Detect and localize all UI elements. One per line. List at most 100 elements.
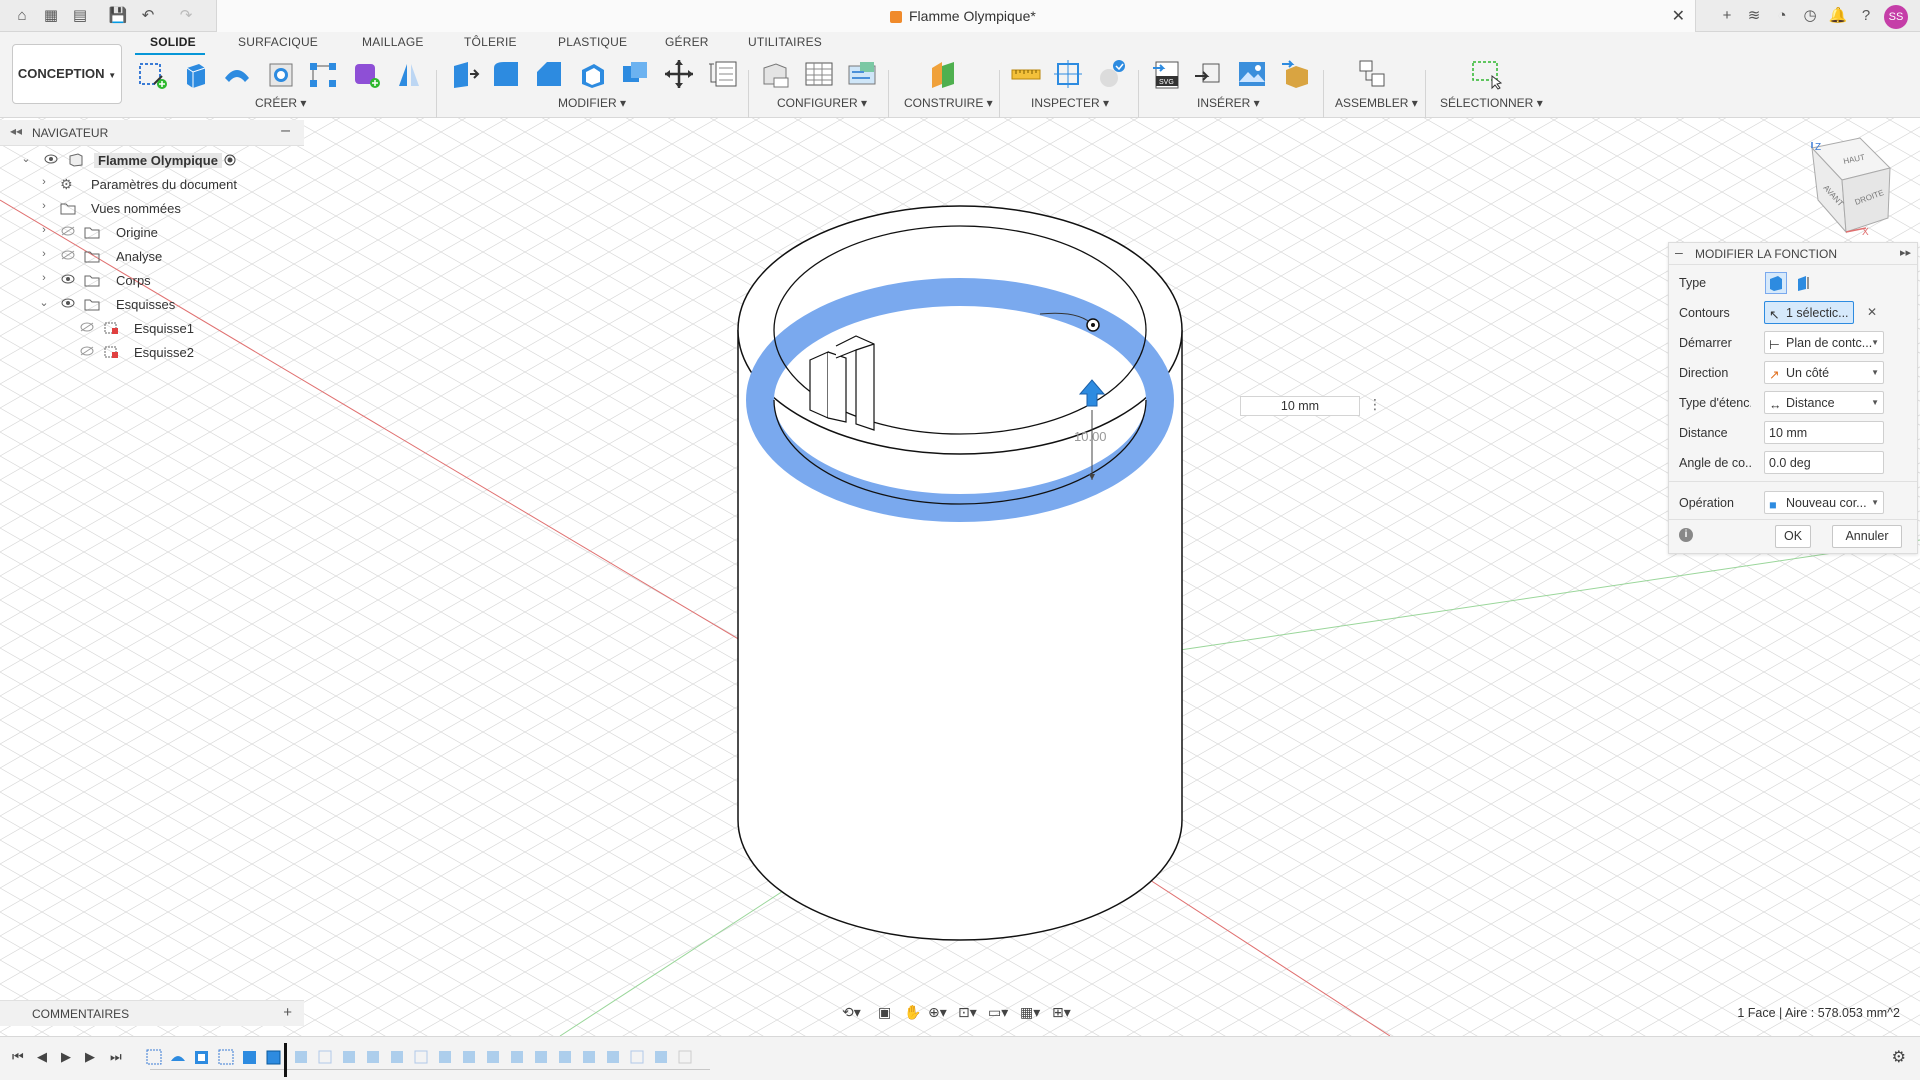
section-analysis-icon[interactable] xyxy=(1095,58,1127,90)
nav-item-sketch1[interactable]: Esquisse1 xyxy=(0,318,304,340)
orbit-icon[interactable]: ⟲▾ xyxy=(842,1005,861,1021)
insert-mcmaster-icon[interactable] xyxy=(1280,58,1312,90)
minimize-icon[interactable]: – xyxy=(281,122,290,140)
tab-gerer[interactable]: GÉRER xyxy=(665,35,709,49)
direction-dropdown[interactable]: ↗ Un côté ▼ xyxy=(1764,361,1884,384)
distance-input-field[interactable]: 10 mm xyxy=(1240,396,1360,416)
timeline-suppressed-features[interactable] xyxy=(295,1050,692,1064)
visibility-eye-icon[interactable] xyxy=(61,298,75,308)
new-tab-icon[interactable]: + xyxy=(1717,6,1737,26)
clock-icon[interactable]: ◷ xyxy=(1800,6,1820,26)
group-label-creer[interactable]: CRÉER ▾ xyxy=(255,96,306,110)
combine-icon[interactable] xyxy=(619,58,651,90)
type-solid-icon[interactable] xyxy=(1765,272,1787,294)
hidden-eye-icon[interactable] xyxy=(80,346,94,356)
insert-svg-icon[interactable]: SVG xyxy=(1151,58,1183,90)
insert-canvas-icon[interactable] xyxy=(1236,58,1268,90)
collapse-arrow-icon[interactable]: ⌄ xyxy=(20,152,32,165)
measure-icon[interactable] xyxy=(1010,58,1042,90)
press-pull-icon[interactable] xyxy=(448,58,480,90)
step-back-icon[interactable]: ◀ xyxy=(37,1049,47,1065)
ok-button[interactable]: OK xyxy=(1775,525,1811,548)
grid-settings-icon[interactable]: ▦▾ xyxy=(1020,1005,1040,1021)
add-comment-icon[interactable]: + xyxy=(283,1004,292,1021)
expand-arrow-icon[interactable]: › xyxy=(38,176,50,188)
user-avatar[interactable]: SS xyxy=(1884,5,1908,29)
timeline-marker[interactable] xyxy=(284,1043,287,1077)
fit-icon[interactable]: ⊡▾ xyxy=(958,1005,977,1021)
revolve-icon[interactable] xyxy=(221,58,253,90)
comments-panel[interactable]: COMMENTAIRES + xyxy=(0,1000,304,1026)
more-options-icon[interactable]: ⋮ xyxy=(1368,396,1382,413)
go-to-end-icon[interactable]: ⏭ xyxy=(110,1049,122,1065)
configuration-table-icon[interactable] xyxy=(803,58,835,90)
visibility-eye-icon[interactable] xyxy=(44,154,58,164)
nav-item-bodies[interactable]: › Corps xyxy=(0,270,304,292)
timeline-feature-shell[interactable] xyxy=(195,1051,208,1064)
look-at-icon[interactable]: ▣ xyxy=(878,1005,891,1021)
redo-icon[interactable]: ↷ xyxy=(176,6,196,26)
nav-item-analysis[interactable]: › Analyse xyxy=(0,246,304,268)
offset-plane-icon[interactable] xyxy=(928,58,960,90)
create-form-icon[interactable] xyxy=(350,58,382,90)
nav-item-root[interactable]: ⌄ Flamme Olympique xyxy=(0,150,304,172)
select-icon[interactable] xyxy=(1470,58,1502,90)
theme-table-icon[interactable] xyxy=(846,58,878,90)
timeline-feature-sketch[interactable] xyxy=(218,1049,234,1065)
create-sketch-icon[interactable] xyxy=(136,58,168,90)
expand-arrow-icon[interactable]: › xyxy=(38,200,50,212)
contours-selection-field[interactable]: ↖ 1 sélectic... xyxy=(1764,301,1854,324)
hole-icon[interactable] xyxy=(265,58,297,90)
tab-plastique[interactable]: PLASTIQUE xyxy=(558,35,627,49)
tab-surfacique[interactable]: SURFACIQUE xyxy=(238,35,318,49)
nav-item-sketches[interactable]: ⌄ Esquisses xyxy=(0,294,304,316)
group-label-inspecter[interactable]: INSPECTER ▾ xyxy=(1031,96,1109,110)
job-status-icon[interactable]: ◔ xyxy=(1772,6,1792,26)
timeline-feature-extrude-active[interactable] xyxy=(266,1050,281,1065)
change-parameters-icon[interactable] xyxy=(706,58,738,90)
pattern-icon[interactable] xyxy=(307,58,339,90)
file-menu-icon[interactable]: ▤ xyxy=(70,6,90,26)
shell-icon[interactable] xyxy=(576,58,608,90)
clear-selection-icon[interactable]: ✕ xyxy=(1867,305,1877,319)
distance-input[interactable]: 10 mm xyxy=(1764,421,1884,444)
viewports-icon[interactable]: ⊞▾ xyxy=(1052,1005,1071,1021)
hidden-eye-icon[interactable] xyxy=(61,250,75,260)
workspace-switcher[interactable]: CONCEPTION ▼ xyxy=(12,44,122,104)
expand-arrow-icon[interactable]: › xyxy=(38,224,50,236)
chamfer-icon[interactable] xyxy=(533,58,565,90)
timeline-feature-revolve[interactable] xyxy=(171,1056,185,1061)
mirror-icon[interactable] xyxy=(393,58,425,90)
group-label-modifier[interactable]: MODIFIER ▾ xyxy=(558,96,626,110)
tab-utilitaires[interactable]: UTILITAIRES xyxy=(748,35,822,49)
taper-angle-input[interactable]: 0.0 deg xyxy=(1764,451,1884,474)
tab-maillage[interactable]: MAILLAGE xyxy=(362,35,424,49)
move-copy-icon[interactable] xyxy=(663,58,695,90)
timeline-features[interactable] xyxy=(145,1047,715,1069)
interference-icon[interactable] xyxy=(1052,58,1084,90)
display-settings-icon[interactable]: ▭▾ xyxy=(988,1005,1008,1021)
collapse-arrow-icon[interactable]: ⌄ xyxy=(38,296,50,309)
expand-arrow-icon[interactable]: › xyxy=(38,272,50,284)
start-dropdown[interactable]: ⊢ Plan de contc... ▼ xyxy=(1764,331,1884,354)
home-icon[interactable]: ⌂ xyxy=(12,6,32,26)
timeline-settings-gear-icon[interactable]: ⚙ xyxy=(1892,1047,1906,1067)
document-tab[interactable]: Flamme Olympique* ✕ xyxy=(216,0,1696,32)
activate-radio-icon[interactable] xyxy=(222,153,238,167)
pan-hand-icon[interactable]: ✋ xyxy=(904,1004,921,1021)
collapse-panel-icon[interactable]: – xyxy=(1675,244,1683,260)
close-tab-icon[interactable]: ✕ xyxy=(1672,6,1685,26)
go-to-start-icon[interactable]: ⏮ xyxy=(12,1049,24,1065)
group-label-inserer[interactable]: INSÉRER ▾ xyxy=(1197,96,1260,110)
type-thin-icon[interactable] xyxy=(1793,272,1815,294)
nav-item-named-views[interactable]: › Vues nommées xyxy=(0,198,304,220)
expand-arrow-icon[interactable]: › xyxy=(38,248,50,260)
group-label-assembler[interactable]: ASSEMBLER ▾ xyxy=(1335,96,1418,110)
nav-item-document-settings[interactable]: › ⚙ Paramètres du document xyxy=(0,174,304,196)
notification-bell-icon[interactable]: 🔔 xyxy=(1828,6,1848,26)
help-icon[interactable]: ? xyxy=(1856,6,1876,26)
info-icon[interactable]: i xyxy=(1679,528,1693,542)
extrude-icon[interactable] xyxy=(179,58,211,90)
group-label-configurer[interactable]: CONFIGURER ▾ xyxy=(777,96,867,110)
group-label-selectionner[interactable]: SÉLECTIONNER ▾ xyxy=(1440,96,1543,110)
